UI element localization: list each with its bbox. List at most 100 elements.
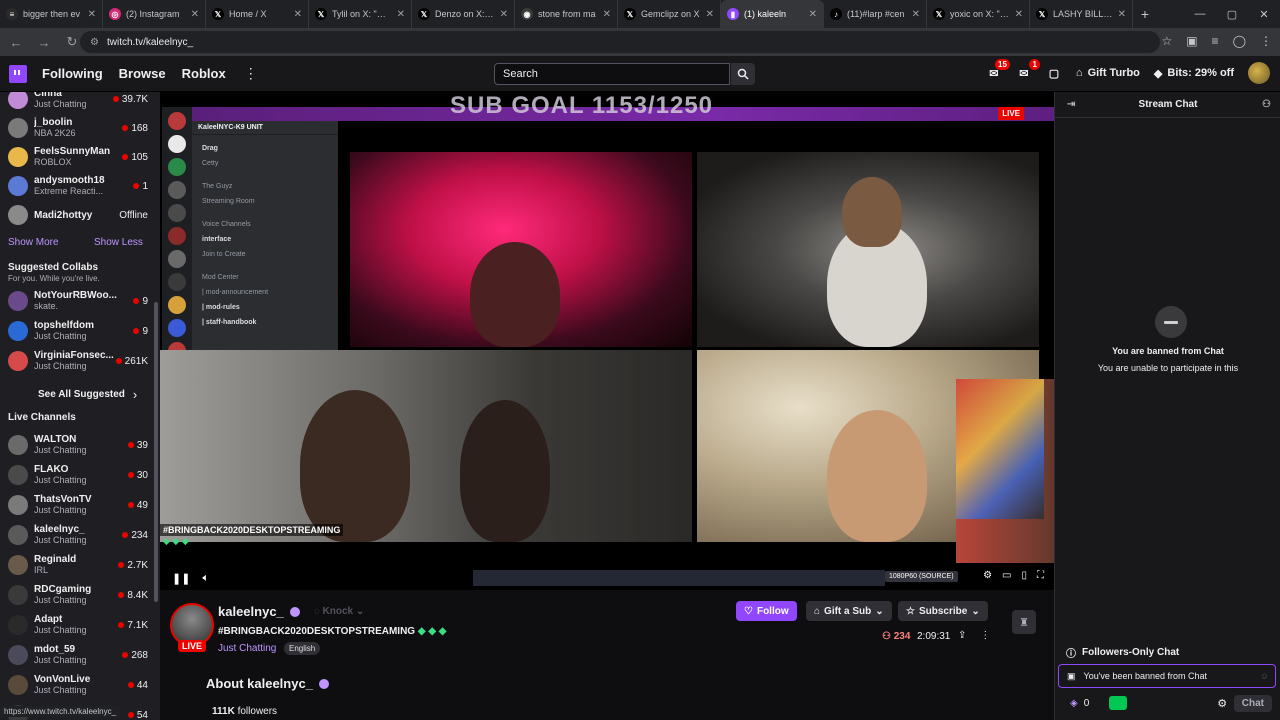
follow-button[interactable]: ♡ Follow <box>736 601 797 621</box>
tab-close-icon[interactable]: ✕ <box>603 9 611 20</box>
profile-icon[interactable]: ◯ <box>1233 34 1246 48</box>
settings-icon[interactable]: ⚙ <box>983 570 992 581</box>
subscribe-button[interactable]: ☆ Subscribe ⌄ <box>898 601 988 621</box>
sidebar-channel[interactable]: VonVonLive Just Chatting 44 <box>0 670 152 700</box>
back-icon[interactable]: ← <box>8 35 24 50</box>
nav-roblox[interactable]: Roblox <box>182 66 226 81</box>
maximize-icon[interactable]: ▢ <box>1216 0 1248 28</box>
browser-tab[interactable]: 𝕏 Gemclipz on X ✕ <box>618 0 721 28</box>
sidebar-channel[interactable]: NotYourRBWoo... skate. 9 <box>0 286 152 316</box>
browser-tab[interactable]: 𝕏 Denzo on X: "Li ✕ <box>412 0 515 28</box>
channel-avatar <box>8 675 28 695</box>
tab-close-icon[interactable]: ✕ <box>88 9 96 20</box>
browser-tab[interactable]: ◎ (2) Instagram ✕ <box>103 0 206 28</box>
whispers-icon[interactable]: ▢ <box>1046 65 1062 81</box>
chat-input[interactable]: ▣ You've been banned from Chat ☺ <box>1058 664 1276 688</box>
gift-turbo-button[interactable]: ⌂ Gift Turbo <box>1076 67 1140 79</box>
menu-icon[interactable]: ⋮ <box>1260 34 1272 48</box>
tab-close-icon[interactable]: ✕ <box>706 9 714 20</box>
browser-tab[interactable]: ▮ (1) kaleeln ✕ <box>721 0 824 28</box>
sidebar-channel[interactable]: FeelsSunnyMan ROBLOX 105 <box>0 142 152 172</box>
channel-name[interactable]: kaleelnyc_ <box>218 604 284 619</box>
browser-tab[interactable]: ◉ stone from ma ✕ <box>515 0 618 28</box>
tab-close-icon[interactable]: ✕ <box>1118 9 1126 20</box>
pause-icon[interactable]: ❚❚ <box>172 572 190 585</box>
sidebar-channel[interactable]: Adapt Just Chatting 7.1K <box>0 610 152 640</box>
browser-tab[interactable]: ♪ (11)#larp #cen ✕ <box>824 0 927 28</box>
browser-tab[interactable]: ≡ bigger then ev ✕ <box>0 0 103 28</box>
browser-tab[interactable]: 𝕏yoxic on X: "Yo ✕ <box>927 0 1030 28</box>
sidebar-channel[interactable]: mdot_59 Just Chatting 268 <box>0 640 152 670</box>
sidebar-channel[interactable]: topshelfdom Just Chatting 9 <box>0 316 152 346</box>
site-info-icon[interactable]: ⚙ <box>90 37 99 48</box>
sidebar-channel[interactable]: FLAKO Just Chatting 30 <box>0 460 152 490</box>
sidebar-channel[interactable]: RDCgaming Just Chatting 8.4K <box>0 580 152 610</box>
reload-icon[interactable]: ↻ <box>64 34 80 50</box>
emote-picker-icon[interactable]: ☺ <box>1260 671 1269 681</box>
extensions-icon[interactable]: ▣ <box>1186 34 1197 48</box>
tab-close-icon[interactable]: ✕ <box>500 9 508 20</box>
inbox-icon[interactable]: ✉ 15 <box>986 59 1010 81</box>
sidebar-channel[interactable]: kaleelnyc_ Just Chatting 234 <box>0 520 152 550</box>
bookmark-star-icon[interactable]: ☆ <box>1161 34 1172 48</box>
tab-close-icon[interactable]: ✕ <box>912 9 920 20</box>
knock-button[interactable]: ◌ Knock ⌄ <box>314 606 364 617</box>
forward-icon[interactable]: → <box>36 35 52 50</box>
sidebar-channel[interactable]: VirginiaFonsec... Just Chatting 261K <box>0 346 152 376</box>
video-player[interactable]: SUB GOAL 1153/1250 LIVE KaleelNYC-K9 UNI… <box>160 92 1054 590</box>
sidebar-channel[interactable]: Reginald IRL 2.7K <box>0 550 152 580</box>
user-avatar[interactable] <box>1248 62 1270 84</box>
language-tag[interactable]: English <box>284 642 321 655</box>
tab-close-icon[interactable]: ✕ <box>1015 9 1023 20</box>
url-bar[interactable]: ⚙ twitch.tv/kaleelnyc_ <box>80 31 1160 53</box>
media-icon[interactable]: ≡ <box>1212 34 1219 48</box>
more-menu-icon[interactable]: ⋮ <box>244 65 258 82</box>
browser-tab[interactable]: 𝕏 Home / X ✕ <box>206 0 309 28</box>
show-more-link[interactable]: Show More <box>8 237 59 248</box>
sidebar-scrollbar[interactable] <box>153 92 159 720</box>
notifications-icon[interactable]: ✉ 1 <box>1016 59 1040 81</box>
nav-browse[interactable]: Browse <box>119 66 166 81</box>
clip-icon[interactable]: ▭ <box>1002 570 1011 581</box>
minimize-icon[interactable]: — <box>1184 0 1216 28</box>
tab-close-icon[interactable]: ✕ <box>294 9 302 20</box>
category-link[interactable]: Just Chatting <box>218 643 276 654</box>
gift-sub-button[interactable]: ⌂ Gift a Sub ⌄ <box>806 601 892 621</box>
sidebar-channel[interactable]: Madi2hottyy Offline <box>0 200 152 230</box>
sidebar-channel[interactable]: Cinna Just Chatting 39.7K <box>0 92 152 114</box>
bonus-chest-icon[interactable] <box>1109 696 1128 710</box>
users-icon[interactable]: ⚇ <box>1262 99 1271 110</box>
channel-category: Just Chatting <box>34 475 87 485</box>
close-window-icon[interactable]: ✕ <box>1248 0 1280 28</box>
sidebar-channel[interactable]: WALTON Just Chatting 39 <box>0 430 152 460</box>
browser-tab[interactable]: 𝕏 LASHY BILLS o ✕ <box>1030 0 1133 28</box>
tab-close-icon[interactable]: ✕ <box>397 9 405 20</box>
tab-close-icon[interactable]: ✕ <box>191 9 199 20</box>
search-button[interactable] <box>731 63 755 85</box>
sidebar-channel[interactable]: andysmooth18 Extreme Reacti... 1 <box>0 171 152 201</box>
theatre-mode-icon[interactable]: ▯ <box>1021 570 1027 581</box>
tab-title: stone from ma <box>538 9 596 19</box>
chat-header: ⇥ Stream Chat ⚇ <box>1055 92 1280 118</box>
sidebar-channel[interactable]: ThatsVonTV Just Chatting 49 <box>0 490 152 520</box>
search-input[interactable]: Search <box>494 63 730 85</box>
show-less-link[interactable]: Show Less <box>94 237 143 248</box>
bits-button[interactable]: ◆ Bits: 29% off <box>1154 67 1234 80</box>
channel-points[interactable]: ◈ 0 <box>1070 698 1089 709</box>
sidebar-channel[interactable]: j_boolin NBA 2K26 168 <box>0 113 152 143</box>
chat-send-button[interactable]: Chat <box>1233 694 1272 712</box>
new-tab-icon[interactable]: + <box>1133 6 1157 22</box>
browser-tab[interactable]: 𝕏 Tylil on X: "Ahh ✕ <box>309 0 412 28</box>
sidebar-scroll-thumb[interactable] <box>154 302 158 602</box>
chat-settings-icon[interactable]: ⚙ <box>1217 697 1227 710</box>
twitch-logo-icon[interactable] <box>9 64 27 83</box>
nav-following[interactable]: Following <box>42 66 103 81</box>
see-all-suggested[interactable]: See All Suggested › <box>0 379 152 409</box>
share-icon[interactable]: ⇪ <box>958 630 966 641</box>
fullscreen-icon[interactable]: ⛶ <box>1037 570 1044 581</box>
more-options-icon[interactable]: ⋮ <box>980 630 990 641</box>
volume-icon[interactable]: 🔈︎ <box>202 572 209 585</box>
tab-close-icon[interactable]: ✕ <box>809 9 817 20</box>
hype-train-icon[interactable]: ♜ <box>1012 610 1036 634</box>
collapse-chat-icon[interactable]: ⇥ <box>1067 99 1075 110</box>
